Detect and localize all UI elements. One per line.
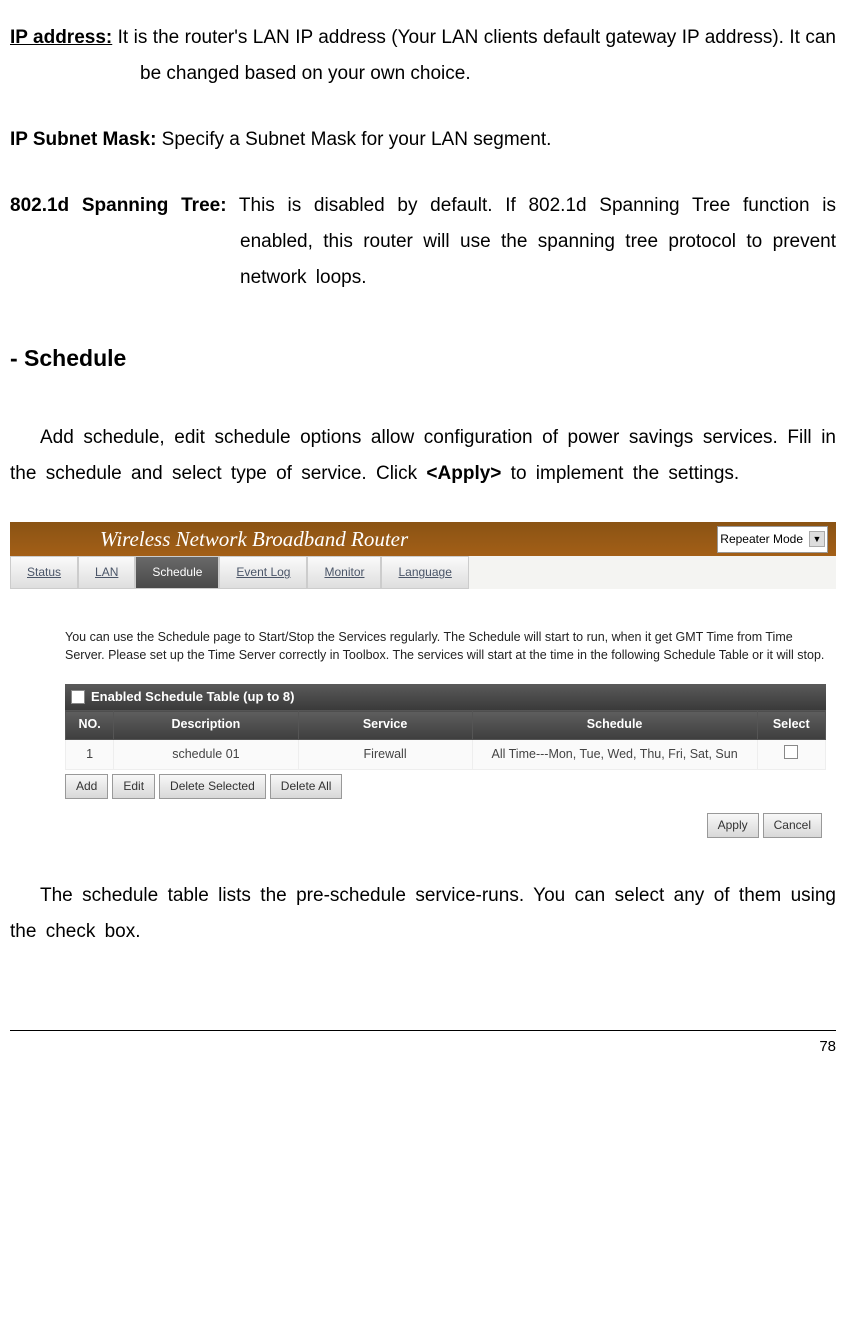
content-area: You can use the Schedule page to Start/S… bbox=[10, 589, 836, 848]
table-row: 1 schedule 01 Firewall All Time---Mon, T… bbox=[66, 739, 826, 770]
col-schedule: Schedule bbox=[472, 711, 757, 740]
col-service: Service bbox=[298, 711, 472, 740]
table-header-row: NO. Description Service Schedule Select bbox=[66, 711, 826, 740]
add-button[interactable]: Add bbox=[65, 774, 108, 799]
cancel-button[interactable]: Cancel bbox=[763, 813, 822, 838]
tab-status[interactable]: Status bbox=[10, 556, 78, 589]
text-ip-address: It is the router's LAN IP address (Your … bbox=[112, 27, 836, 84]
tab-lan[interactable]: LAN bbox=[78, 556, 135, 589]
schedule-description: You can use the Schedule page to Start/S… bbox=[65, 629, 826, 664]
router-screenshot: Wireless Network Broadband Router Repeat… bbox=[10, 522, 836, 848]
row-select-checkbox[interactable] bbox=[784, 745, 798, 759]
nav-tabs: Status LAN Schedule Event Log Monitor La… bbox=[10, 556, 836, 589]
router-title: Wireless Network Broadband Router bbox=[100, 520, 408, 560]
intro-post: to implement the settings. bbox=[501, 463, 739, 484]
delete-all-button[interactable]: Delete All bbox=[270, 774, 343, 799]
enable-checkbox[interactable] bbox=[71, 690, 85, 704]
intro-bold: <Apply> bbox=[426, 463, 501, 484]
apply-button[interactable]: Apply bbox=[707, 813, 759, 838]
enable-label: Enabled Schedule Table (up to 8) bbox=[91, 688, 294, 706]
outro-paragraph: The schedule table lists the pre-schedul… bbox=[10, 878, 836, 950]
label-ip-address: IP address: bbox=[10, 27, 112, 48]
tab-language[interactable]: Language bbox=[381, 556, 468, 589]
definition-spanning: 802.1d Spanning Tree: This is disabled b… bbox=[10, 188, 836, 296]
tab-monitor[interactable]: Monitor bbox=[307, 556, 381, 589]
label-subnet: IP Subnet Mask: bbox=[10, 129, 156, 150]
intro-paragraph: Add schedule, edit schedule options allo… bbox=[10, 420, 836, 492]
page-number: 78 bbox=[819, 1038, 836, 1055]
cell-description: schedule 01 bbox=[114, 739, 298, 770]
col-no: NO. bbox=[66, 711, 114, 740]
edit-button[interactable]: Edit bbox=[112, 774, 155, 799]
action-buttons-left: Add Edit Delete Selected Delete All bbox=[65, 774, 826, 799]
mode-value: Repeater Mode bbox=[720, 528, 803, 551]
cell-service: Firewall bbox=[298, 739, 472, 770]
text-subnet: Specify a Subnet Mask for your LAN segme… bbox=[156, 129, 551, 150]
tab-schedule[interactable]: Schedule bbox=[135, 556, 219, 589]
cell-no: 1 bbox=[66, 739, 114, 770]
definition-ip-address: IP address: It is the router's LAN IP ad… bbox=[10, 20, 836, 92]
cell-schedule: All Time---Mon, Tue, Wed, Thu, Fri, Sat,… bbox=[472, 739, 757, 770]
label-spanning: 802.1d Spanning Tree: bbox=[10, 195, 227, 216]
text-spanning: This is disabled by default. If 802.1d S… bbox=[227, 195, 836, 288]
enable-schedule-bar: Enabled Schedule Table (up to 8) bbox=[65, 684, 826, 710]
definition-subnet: IP Subnet Mask: Specify a Subnet Mask fo… bbox=[10, 122, 836, 158]
tab-eventlog[interactable]: Event Log bbox=[219, 556, 307, 589]
delete-selected-button[interactable]: Delete Selected bbox=[159, 774, 266, 799]
cell-select bbox=[757, 739, 825, 770]
chevron-down-icon: ▼ bbox=[809, 531, 825, 547]
mode-select[interactable]: Repeater Mode ▼ bbox=[717, 526, 828, 553]
section-heading-schedule: - Schedule bbox=[10, 337, 836, 381]
router-title-bar: Wireless Network Broadband Router Repeat… bbox=[10, 522, 836, 556]
page-footer: 78 bbox=[10, 1030, 836, 1062]
col-select: Select bbox=[757, 711, 825, 740]
schedule-table: NO. Description Service Schedule Select … bbox=[65, 710, 826, 770]
action-buttons-right: Apply Cancel bbox=[65, 813, 826, 838]
col-description: Description bbox=[114, 711, 298, 740]
